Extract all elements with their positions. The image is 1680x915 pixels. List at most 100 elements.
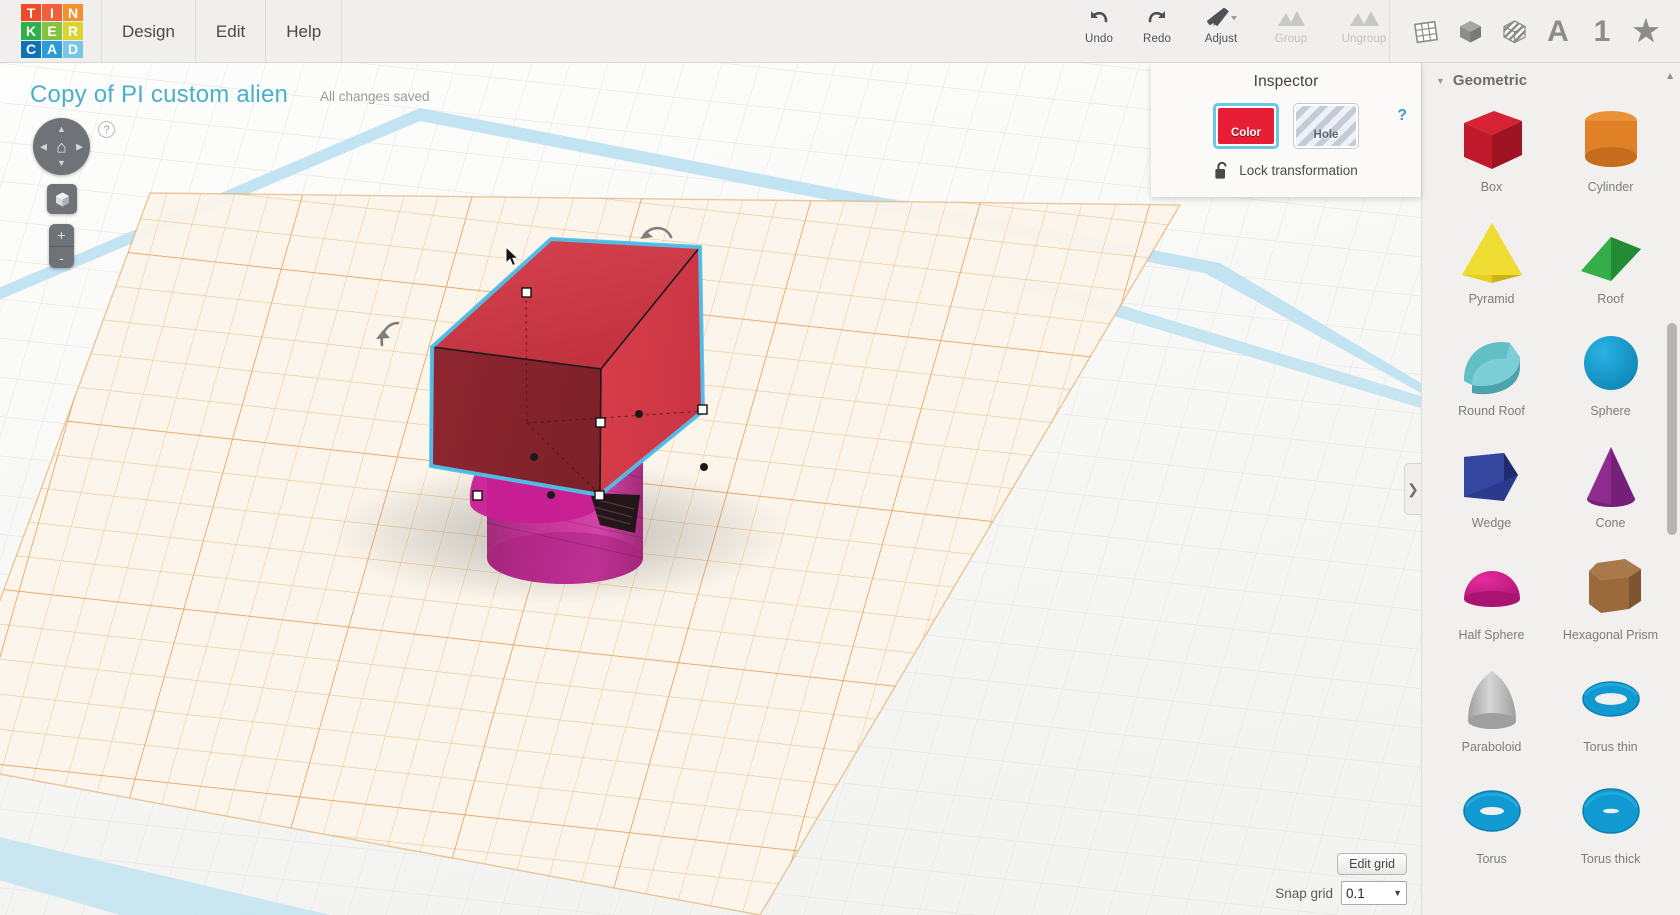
undo-icon	[1091, 11, 1108, 23]
text-icon[interactable]: A	[1536, 9, 1580, 55]
torus-thick-shape-icon	[1569, 771, 1653, 851]
view-left-arrow-icon[interactable]: ◀	[40, 142, 47, 151]
roof-shape-icon	[1569, 211, 1653, 291]
torus-thin-shape-icon	[1569, 659, 1653, 739]
shape-item-half-sphere[interactable]: Half Sphere	[1432, 545, 1551, 657]
home-icon[interactable]: ⌂	[56, 138, 66, 155]
inspector-help-button[interactable]: ?	[1397, 107, 1407, 125]
inspector-panel: Inspector ? Color Hole Lock transformati…	[1151, 63, 1421, 197]
zoom-out-button[interactable]: -	[49, 246, 74, 268]
shape-item-torus-thin[interactable]: Torus thin	[1551, 657, 1670, 769]
hole-cube-icon[interactable]	[1492, 9, 1536, 55]
shape-item-label: Sphere	[1590, 404, 1631, 418]
shapes-category-header[interactable]: ▼ Geometric	[1422, 63, 1680, 97]
shape-item-label: Cylinder	[1587, 180, 1634, 194]
triangle-up-icon[interactable]: ▲	[1665, 71, 1675, 82]
tinkercad-logo[interactable]: TIN KER CAD	[21, 4, 83, 58]
shape-item-label: Paraboloid	[1461, 740, 1522, 754]
shapes-scrollbar-thumb[interactable]	[1667, 323, 1677, 535]
triangle-down-icon[interactable]: ▼	[1436, 76, 1445, 86]
shape-item-label: Torus thick	[1580, 852, 1641, 866]
box-shape-icon	[1450, 99, 1534, 179]
shape-item-wedge[interactable]: Wedge	[1432, 433, 1551, 545]
snap-grid-label: Snap grid	[1275, 885, 1333, 901]
shape-item-paraboloid[interactable]: Paraboloid	[1432, 657, 1551, 769]
page-title[interactable]: Copy of PI custom alien	[30, 81, 288, 109]
shape-item-torus-thick[interactable]: Torus thick	[1551, 769, 1670, 881]
logo-tile-a: A	[42, 40, 62, 58]
menu-item-edit[interactable]: Edit	[196, 0, 267, 63]
view-navigation-widget[interactable]: ▲ ▼ ◀ ▶ ⌂ + -	[33, 118, 90, 268]
cylinder-shape-icon	[1569, 99, 1653, 179]
paraboloid-shape-icon	[1467, 671, 1516, 729]
color-swatch-label: Color	[1230, 127, 1262, 139]
shape-item-hexagonal-prism[interactable]: Hexagonal Prism	[1551, 545, 1670, 657]
ungroup-label: Ungroup	[1341, 33, 1387, 45]
shape-item-label: Hexagonal Prism	[1562, 628, 1659, 642]
logo-tile-t: T	[21, 4, 41, 22]
cone-shape-icon	[1569, 435, 1653, 515]
sphere-shape-icon	[1583, 336, 1638, 390]
group-button[interactable]: Group	[1256, 0, 1326, 63]
menu-item-help[interactable]: Help	[266, 0, 343, 63]
torus-thin-shape-icon	[1581, 681, 1640, 717]
redo-icon	[1148, 11, 1165, 23]
round-roof-shape-icon	[1450, 323, 1534, 403]
hole-swatch-label: Hole	[1313, 129, 1339, 141]
hole-swatch-button[interactable]: Hole	[1293, 103, 1359, 149]
workplane-icon[interactable]	[1404, 9, 1448, 55]
shape-item-pyramid[interactable]: Pyramid	[1432, 209, 1551, 321]
edit-tools: Undo Redo Adjust Group Ungroup	[1070, 0, 1402, 63]
shape-item-label: Torus	[1476, 852, 1507, 866]
shape-item-roof[interactable]: Roof	[1551, 209, 1670, 321]
shape-item-round-roof[interactable]: Round Roof	[1432, 321, 1551, 433]
solid-cube-glyph	[1459, 21, 1481, 43]
redo-button[interactable]: Redo	[1128, 0, 1186, 63]
logo-tile-n: N	[63, 4, 83, 22]
logo-tile-d: D	[63, 40, 83, 58]
shape-item-label: Wedge	[1471, 516, 1512, 530]
shapes-panel: ▼ Geometric ▲ Box Cylinder Pyramid Roof Roun…	[1421, 63, 1680, 915]
view-cube-disc[interactable]: ▲ ▼ ◀ ▶ ⌂	[33, 118, 90, 175]
workplane-glyph	[1413, 20, 1439, 43]
zoom-controls[interactable]: + -	[49, 224, 74, 268]
shape-grid: Box Cylinder Pyramid Roof Round Roof Sphere We…	[1422, 97, 1680, 881]
favorite-star-icon[interactable]: ★	[1624, 9, 1668, 55]
snap-grid-row: Snap grid 0.1 ▼	[1275, 881, 1407, 905]
lock-transformation-label: Lock transformation	[1239, 163, 1358, 178]
torus-thick-shape-icon	[1581, 788, 1640, 834]
undo-button[interactable]: Undo	[1070, 0, 1128, 63]
shape-item-label: Pyramid	[1468, 292, 1515, 306]
color-swatch-button[interactable]: Color	[1213, 103, 1279, 149]
shape-item-label: Torus thin	[1583, 740, 1638, 754]
pyramid-shape-icon	[1450, 211, 1534, 291]
panel-collapse-handle[interactable]: ❯	[1404, 463, 1421, 515]
canvas-help-button[interactable]: ?	[98, 121, 115, 138]
zoom-in-button[interactable]: +	[49, 224, 74, 246]
shape-item-torus[interactable]: Torus	[1432, 769, 1551, 881]
snap-grid-value: 0.1	[1346, 885, 1365, 901]
view-right-arrow-icon[interactable]: ▶	[76, 142, 83, 151]
menu-item-design[interactable]: Design	[101, 0, 196, 63]
logo-tile-c: C	[21, 40, 41, 58]
view-down-arrow-icon[interactable]: ▼	[57, 159, 66, 168]
view-up-arrow-icon[interactable]: ▲	[57, 125, 66, 134]
inspector-swatches: Color Hole	[1151, 103, 1421, 149]
fit-to-view-button[interactable]	[47, 184, 77, 214]
edit-grid-button[interactable]: Edit grid	[1337, 853, 1407, 875]
shape-item-cone[interactable]: Cone	[1551, 433, 1670, 545]
shape-item-cylinder[interactable]: Cylinder	[1551, 97, 1670, 209]
adjust-label: Adjust	[1204, 33, 1238, 45]
tinkercad-app: Copy of PI custom alien All changes save…	[0, 0, 1680, 915]
cylinder-shape-icon	[1584, 111, 1637, 167]
snap-grid-select[interactable]: 0.1 ▼	[1341, 881, 1407, 905]
cone-shape-icon	[1586, 447, 1635, 507]
solid-cube-icon[interactable]	[1448, 9, 1492, 55]
wedge-shape-icon	[1463, 453, 1518, 501]
adjust-icon	[1206, 8, 1237, 27]
shape-item-box[interactable]: Box	[1432, 97, 1551, 209]
number-icon[interactable]: 1	[1580, 9, 1624, 55]
adjust-button[interactable]: Adjust	[1186, 0, 1256, 63]
lock-transformation-toggle[interactable]: Lock transformation	[1151, 161, 1421, 180]
shape-item-sphere[interactable]: Sphere	[1551, 321, 1670, 433]
